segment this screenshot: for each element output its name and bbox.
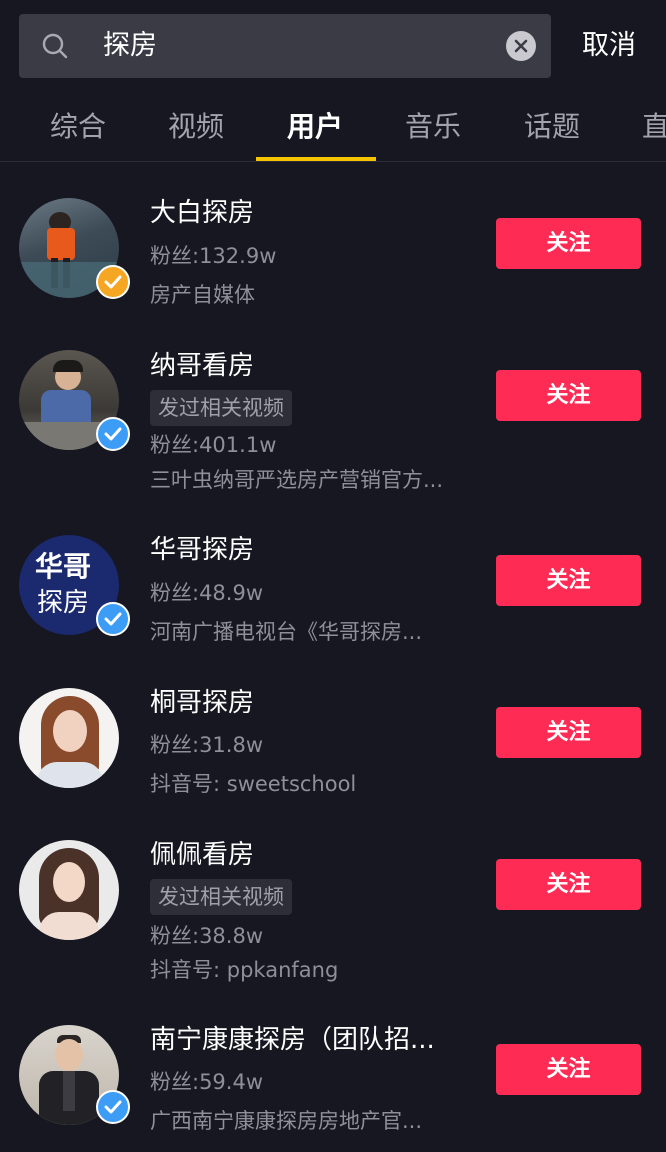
tab-divider — [0, 161, 666, 162]
user-description: 河南广播电视台《华哥探房... — [150, 620, 423, 644]
avatar[interactable] — [19, 840, 119, 940]
user-description: 广西南宁康康探房房地产官... — [150, 1109, 423, 1133]
user-name[interactable]: 桐哥探房 — [150, 686, 254, 720]
user-description: 抖音号: sweetschool — [150, 772, 357, 796]
search-icon — [42, 33, 68, 59]
user-description: 三叶虫纳哥严选房产营销官方... — [150, 468, 444, 492]
tab-music[interactable]: 音乐 — [405, 108, 461, 146]
tab-video[interactable]: 视频 — [168, 108, 224, 146]
follow-button[interactable]: 关注 — [496, 707, 641, 758]
user-name[interactable]: 纳哥看房 — [150, 349, 254, 383]
clear-icon[interactable] — [506, 31, 536, 61]
follow-button[interactable]: 关注 — [496, 1044, 641, 1095]
search-input[interactable]: 探房 — [103, 27, 157, 65]
avatar-logo-text: 华哥 — [35, 550, 92, 583]
blue-check-icon — [96, 1090, 130, 1124]
user-description: 抖音号: ppkanfang — [150, 958, 339, 982]
blue-check-icon — [96, 417, 130, 451]
fan-count: 粉丝:59.4w — [150, 1070, 264, 1094]
avatar-logo-text: 探房 — [37, 588, 90, 618]
user-name[interactable]: 南宁康康探房（团队招... — [150, 1023, 435, 1057]
fan-count: 粉丝:401.1w — [150, 433, 277, 457]
tab-comprehensive[interactable]: 综合 — [50, 108, 106, 146]
fan-count: 粉丝:38.8w — [150, 924, 264, 948]
search-box[interactable]: 探房 — [19, 14, 551, 78]
follow-button[interactable]: 关注 — [496, 370, 641, 421]
fan-count: 粉丝:31.8w — [150, 733, 264, 757]
user-name[interactable]: 佩佩看房 — [150, 838, 254, 872]
fan-count: 粉丝:132.9w — [150, 244, 277, 268]
related-video-tag: 发过相关视频 — [150, 390, 292, 426]
tab-topics[interactable]: 话题 — [524, 108, 580, 146]
fan-count: 粉丝:48.9w — [150, 581, 264, 605]
gold-check-icon — [96, 265, 130, 299]
follow-button[interactable]: 关注 — [496, 218, 641, 269]
cancel-button[interactable]: 取消 — [582, 28, 636, 64]
user-name[interactable]: 大白探房 — [150, 196, 254, 230]
tab-live[interactable]: 直 — [642, 108, 666, 146]
user-name[interactable]: 华哥探房 — [150, 533, 254, 567]
avatar[interactable] — [19, 688, 119, 788]
related-video-tag: 发过相关视频 — [150, 879, 292, 915]
tab-users[interactable]: 用户 — [287, 108, 343, 146]
blue-check-icon — [96, 602, 130, 636]
follow-button[interactable]: 关注 — [496, 859, 641, 910]
follow-button[interactable]: 关注 — [496, 555, 641, 606]
user-description: 房产自媒体 — [150, 283, 255, 307]
